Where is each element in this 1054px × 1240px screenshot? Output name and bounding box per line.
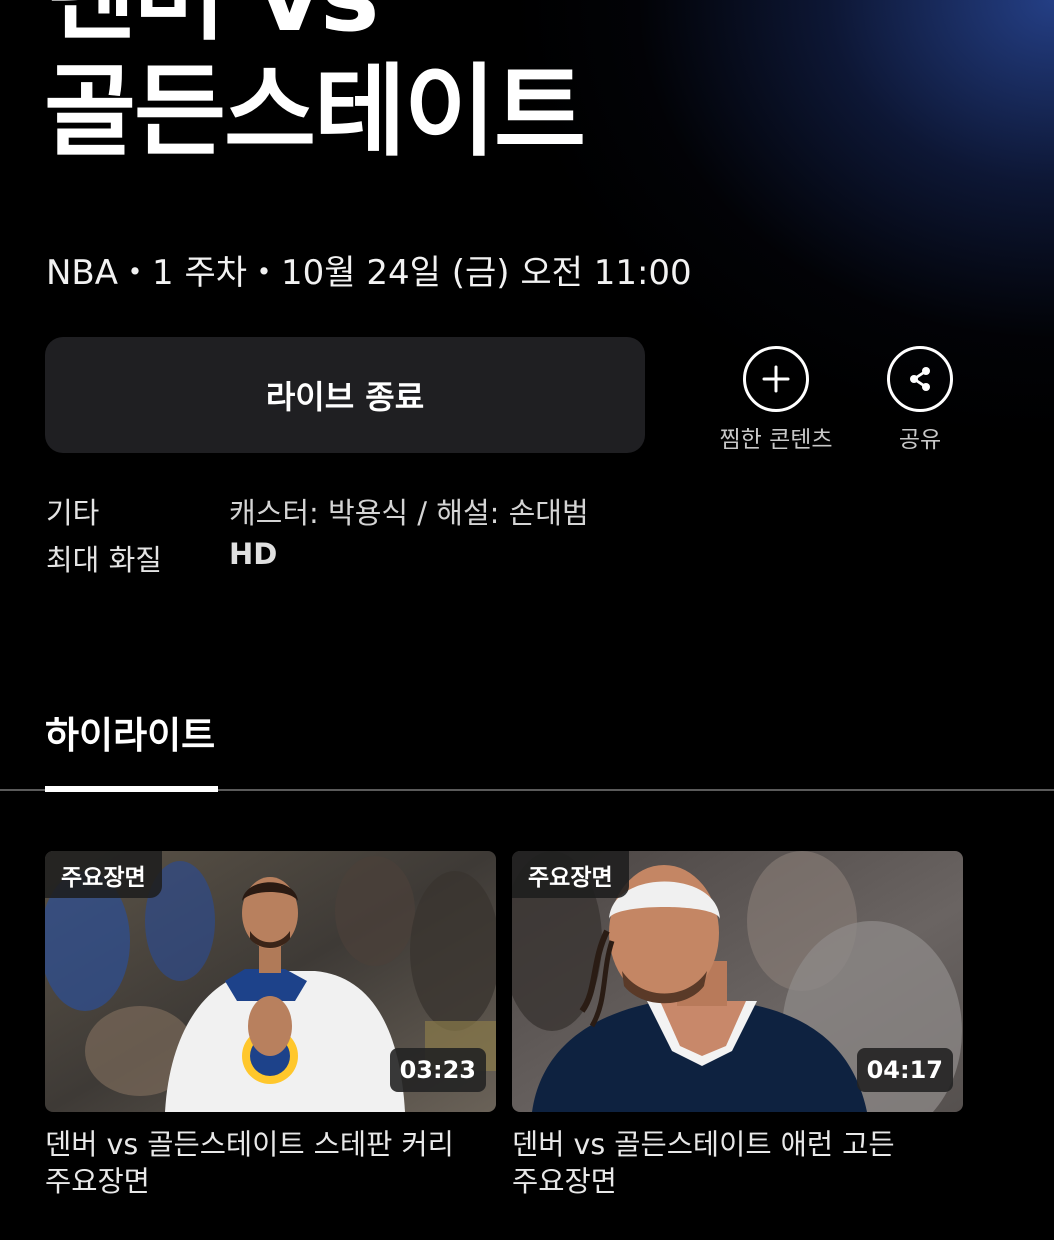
live-ended-button[interactable]: 라이브 종료 — [45, 337, 645, 453]
game-meta: NBA・1 주차・10월 24일 (금) 오전 11:00 — [46, 253, 692, 293]
wishlist-label: 찜한 콘텐츠 — [719, 427, 833, 453]
highlight-title[interactable]: 덴버 vs 골든스테이트 스테판 커리 주요장면 — [45, 1126, 485, 1200]
video-thumbnail[interactable]: 주요장면 03:23 — [45, 851, 496, 1112]
video-thumbnail[interactable]: 주요장면 04:17 — [512, 851, 963, 1112]
highlight-title[interactable]: 덴버 vs 골든스테이트 애런 고든 주요장면 — [512, 1126, 952, 1200]
tab-highlights[interactable]: 하이라이트 — [45, 705, 215, 759]
info-value-casters: 캐스터: 박용식 / 해설: 손대범 — [229, 496, 589, 530]
plus-icon — [743, 346, 809, 412]
title-line-2: 골든스테이트 — [44, 53, 586, 170]
wishlist-button[interactable]: 찜한 콘텐츠 — [712, 346, 840, 454]
tab-active-indicator — [45, 786, 218, 792]
highlight-badge: 주요장면 — [512, 851, 629, 898]
page: 덴버 vs 골든스테이트 NBA・1 주차・10월 24일 (금) 오전 11:… — [0, 0, 1054, 1240]
video-duration: 04:17 — [856, 1048, 953, 1092]
highlight-card[interactable]: 주요장면 04:17 덴버 vs 골든스테이트 애런 고든 주요장면 — [512, 851, 963, 1200]
highlight-badge: 주요장면 — [45, 851, 162, 898]
page-title: 덴버 vs 골든스테이트 — [44, 0, 586, 170]
share-label: 공유 — [898, 427, 942, 453]
share-button[interactable]: 공유 — [868, 346, 972, 454]
share-icon — [887, 346, 953, 412]
info-label-quality: 최대 화질 — [46, 543, 162, 577]
video-duration: 03:23 — [389, 1048, 486, 1092]
info-label-etc: 기타 — [46, 496, 100, 530]
title-line-1: 덴버 vs — [44, 0, 380, 54]
highlight-card[interactable]: 주요장면 03:23 덴버 vs 골든스테이트 스테판 커리 주요장면 — [45, 851, 496, 1200]
info-value-quality: HD — [229, 537, 278, 571]
